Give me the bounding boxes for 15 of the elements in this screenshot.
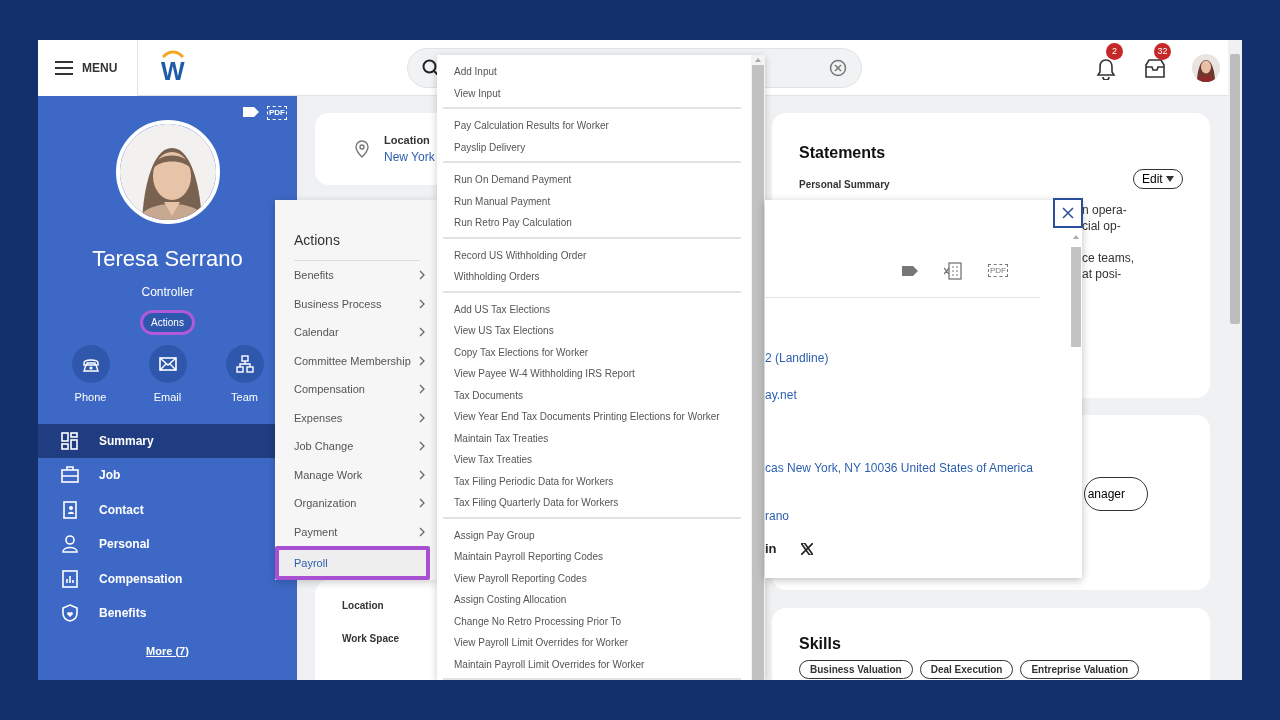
card-title: Statements: [799, 143, 887, 163]
field-label: Location: [342, 599, 384, 613]
field-label: Work Space: [342, 632, 400, 646]
profile-name: Teresa Serrano: [92, 245, 243, 273]
location-label: Location: [384, 132, 431, 148]
summary-text: ce teams,: [1082, 250, 1136, 266]
summary-text: at posi-: [1082, 266, 1123, 282]
card-title: Skills: [799, 634, 842, 654]
summary-text: cial op-: [1082, 218, 1122, 234]
job-title: Controller: [141, 284, 194, 301]
inbox-count: 32: [1154, 42, 1171, 60]
menu-title: Actions: [294, 230, 420, 261]
section-label: Personal Summary: [799, 178, 890, 192]
summary-text: n opera-: [1082, 202, 1128, 218]
notification-count: 2: [1106, 42, 1123, 60]
